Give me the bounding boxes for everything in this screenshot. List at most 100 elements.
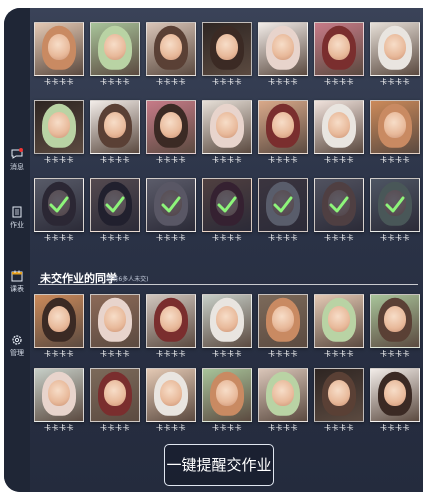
gear-icon [12,335,22,345]
student-name: 卡卡卡卡 [268,350,298,358]
avatar-face [328,111,350,138]
student-card[interactable]: 卡卡卡卡 [370,178,420,248]
student-avatar [258,368,308,422]
avatar-face [48,111,70,138]
student-avatar [202,178,252,232]
submitted-overlay [315,179,363,231]
student-card[interactable]: 卡卡卡卡 [90,368,140,438]
avatar-face [160,33,182,60]
student-card[interactable]: 卡卡卡卡 [314,178,364,248]
avatar-face [216,379,238,406]
student-avatar [90,22,140,76]
student-name: 卡卡卡卡 [268,78,298,86]
student-card[interactable]: 卡卡卡卡 [314,368,364,438]
avatar-face [272,111,294,138]
avatar-face [48,305,70,332]
student-card[interactable]: 卡卡卡卡 [202,22,252,92]
student-avatar [34,178,84,232]
student-card[interactable]: 卡卡卡卡 [146,22,196,92]
checkmark-icon [329,196,349,213]
student-card[interactable]: 卡卡卡卡 [146,178,196,248]
student-card[interactable]: 卡卡卡卡 [258,294,308,364]
student-name: 卡卡卡卡 [212,156,242,164]
avatar-face [104,111,126,138]
student-card[interactable]: 卡卡卡卡 [258,100,308,170]
student-card[interactable]: 卡卡卡卡 [258,22,308,92]
student-card[interactable]: 卡卡卡卡 [90,178,140,248]
student-avatar [314,178,364,232]
checkmark-icon [105,196,125,213]
student-avatar [146,368,196,422]
student-card[interactable]: 卡卡卡卡 [202,294,252,364]
student-avatar [314,294,364,348]
student-card[interactable]: 卡卡卡卡 [202,178,252,248]
student-card[interactable]: 卡卡卡卡 [258,368,308,438]
student-card[interactable]: 卡卡卡卡 [370,368,420,438]
section-subtitle: (还有6多人未交) [104,276,149,283]
avatar-face [272,33,294,60]
student-card[interactable]: 卡卡卡卡 [34,178,84,248]
student-card[interactable]: 卡卡卡卡 [202,100,252,170]
remind-homework-button[interactable]: 一键提醒交作业 [164,444,274,486]
student-card[interactable]: 卡卡卡卡 [146,294,196,364]
calendar-icon [11,270,23,282]
avatar-face [384,379,406,406]
app-screen: 消息 作业 课表 管理 卡卡卡卡 卡卡卡卡 卡卡卡卡 卡卡卡卡 卡卡卡卡 卡卡卡… [4,8,423,492]
avatar-face [384,33,406,60]
student-card[interactable]: 卡卡卡卡 [90,22,140,92]
avatar-face [328,33,350,60]
student-avatar [34,368,84,422]
student-card[interactable]: 卡卡卡卡 [146,368,196,438]
student-name: 卡卡卡卡 [324,156,354,164]
student-card[interactable]: 卡卡卡卡 [258,178,308,248]
student-card[interactable]: 卡卡卡卡 [314,22,364,92]
student-name: 卡卡卡卡 [156,350,186,358]
sidebar-item-homework[interactable]: 作业 [4,206,30,230]
submitted-overlay [203,179,251,231]
sidebar-item-schedule[interactable]: 课表 [4,270,30,294]
student-avatar [90,178,140,232]
student-card[interactable]: 卡卡卡卡 [370,294,420,364]
avatar-face [104,305,126,332]
student-card[interactable]: 卡卡卡卡 [90,294,140,364]
student-card[interactable]: 卡卡卡卡 [146,100,196,170]
message-icon [11,148,23,159]
student-name: 卡卡卡卡 [156,156,186,164]
student-card[interactable]: 卡卡卡卡 [314,294,364,364]
student-card[interactable]: 卡卡卡卡 [370,22,420,92]
student-name: 卡卡卡卡 [268,424,298,432]
student-avatar [34,100,84,154]
avatar-face [384,111,406,138]
student-card[interactable]: 卡卡卡卡 [370,100,420,170]
student-avatar [146,294,196,348]
checkmark-icon [161,196,181,213]
student-grid-area: 卡卡卡卡 卡卡卡卡 卡卡卡卡 卡卡卡卡 卡卡卡卡 卡卡卡卡 卡卡卡卡 卡卡卡卡 卡卡卡卡 卡卡卡卡… [34,8,423,492]
student-card[interactable]: 卡卡卡卡 [314,100,364,170]
student-name: 卡卡卡卡 [212,234,242,242]
student-card[interactable]: 卡卡卡卡 [34,368,84,438]
student-card[interactable]: 卡卡卡卡 [34,22,84,92]
student-name: 卡卡卡卡 [44,350,74,358]
sidebar-item-label: 管理 [10,349,24,357]
avatar-face [48,379,70,406]
sidebar-item-messages[interactable]: 消息 [4,148,30,172]
student-name: 卡卡卡卡 [324,78,354,86]
student-name: 卡卡卡卡 [268,156,298,164]
student-name: 卡卡卡卡 [380,350,410,358]
submitted-overlay [91,179,139,231]
student-avatar [202,294,252,348]
student-card[interactable]: 卡卡卡卡 [202,368,252,438]
student-name: 卡卡卡卡 [100,234,130,242]
student-card[interactable]: 卡卡卡卡 [90,100,140,170]
student-card[interactable]: 卡卡卡卡 [34,100,84,170]
submitted-overlay [371,179,419,231]
student-card[interactable]: 卡卡卡卡 [34,294,84,364]
student-name: 卡卡卡卡 [100,78,130,86]
student-name: 卡卡卡卡 [380,156,410,164]
student-row: 卡卡卡卡 卡卡卡卡 卡卡卡卡 卡卡卡卡 卡卡卡卡 卡卡卡卡 卡卡卡卡 [34,368,423,438]
student-avatar [314,368,364,422]
sidebar-item-manage[interactable]: 管理 [4,334,30,358]
student-avatar [202,100,252,154]
avatar-face [48,33,70,60]
student-avatar [202,368,252,422]
